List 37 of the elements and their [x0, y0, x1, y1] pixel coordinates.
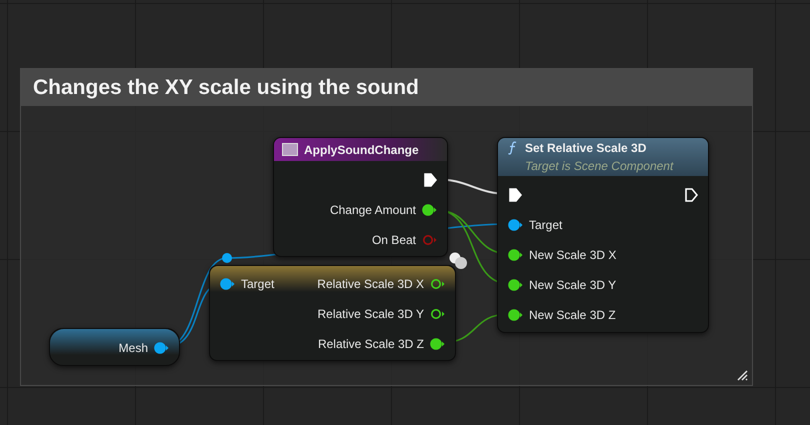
resize-handle-icon[interactable]	[736, 369, 748, 381]
data-pin-icon[interactable]	[508, 249, 523, 261]
node-card[interactable]: Mesh	[49, 328, 180, 366]
node-card[interactable]: Target Relative Scale 3D X Relative Scale 3D Y Relative Scale 3D Z	[209, 265, 456, 361]
pin-label: Change Amount	[330, 202, 416, 219]
data-pin-icon[interactable]	[154, 342, 169, 354]
pin-label: Target	[529, 217, 562, 234]
pin-label: Relative Scale 3D X	[317, 276, 424, 293]
data-pin-icon[interactable]	[430, 278, 445, 290]
data-pin-icon[interactable]	[508, 219, 523, 231]
data-pin-icon[interactable]	[508, 309, 523, 321]
data-pin-icon[interactable]	[422, 204, 437, 216]
node-title: ApplySoundChange	[304, 142, 419, 158]
pin-label: Relative Scale 3D Z	[318, 336, 424, 353]
reroute-dot-icon[interactable]	[222, 253, 232, 263]
pin-label: New Scale 3D Z	[529, 307, 616, 324]
pin-label: Mesh	[118, 340, 148, 357]
function-icon	[508, 141, 517, 155]
node-title: Set Relative Scale 3D	[525, 140, 646, 157]
pin-label: New Scale 3D X	[529, 247, 616, 264]
data-pin-icon[interactable]	[220, 278, 235, 290]
pin-label: New Scale 3D Y	[529, 277, 616, 294]
exec-pin-icon[interactable]	[508, 188, 522, 202]
data-pin-icon[interactable]	[430, 308, 445, 320]
data-pin-icon[interactable]	[430, 338, 445, 350]
node-subtitle: Target is Scene Component	[524, 158, 675, 175]
comment-title: Changes the XY scale using the sound	[33, 74, 419, 101]
node-card[interactable]: Set Relative Scale 3D Target is Scene Component Target New Scale 3D X New Scale 3D Y New Scale 3D Z	[497, 137, 709, 333]
data-pin-icon[interactable]	[508, 279, 523, 291]
node-card[interactable]: ApplySoundChange Change Amount On Beat	[273, 137, 448, 257]
exec-pin-icon[interactable]	[684, 188, 698, 202]
event-icon	[282, 143, 298, 156]
pin-label: Relative Scale 3D Y	[318, 306, 424, 323]
pin-label: On Beat	[372, 232, 416, 249]
exec-pin-icon[interactable]	[423, 173, 437, 187]
reroute-knot-icon[interactable]	[448, 251, 470, 271]
pin-label: Target	[241, 276, 274, 293]
